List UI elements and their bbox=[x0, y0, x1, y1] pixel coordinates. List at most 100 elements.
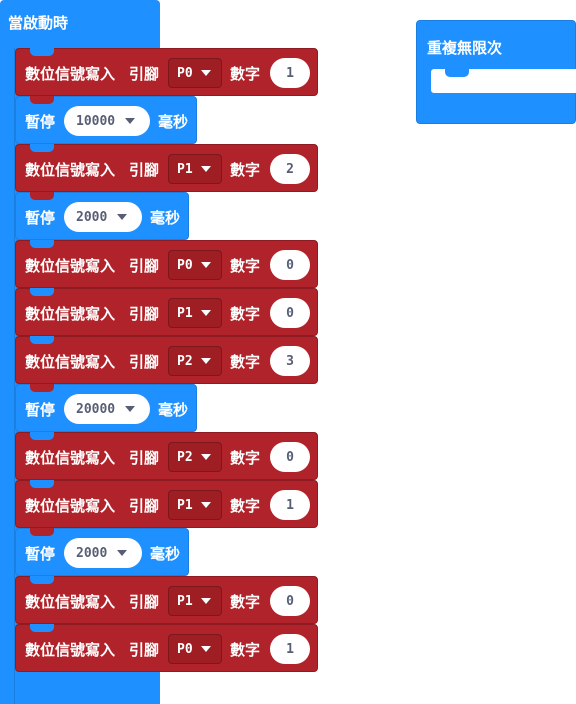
caret-down-icon bbox=[200, 598, 211, 604]
value-label: 數字 bbox=[230, 257, 261, 275]
pin-label: 引腳 bbox=[129, 257, 160, 275]
pin-dropdown[interactable]: P0 bbox=[168, 58, 222, 88]
caret-down-icon bbox=[117, 550, 128, 556]
block-notch bbox=[30, 144, 54, 152]
caret-down-icon bbox=[200, 70, 211, 76]
digital-write-block[interactable]: 數位信號寫入 引腳 P0 數字 1 bbox=[15, 48, 318, 96]
pin-dropdown[interactable]: P2 bbox=[168, 442, 222, 472]
caret-down-icon bbox=[200, 166, 211, 172]
on-start-label: 當啟動時 bbox=[8, 14, 69, 32]
value-input[interactable]: 0 bbox=[270, 442, 310, 472]
value-input[interactable]: 0 bbox=[270, 250, 310, 280]
duration-value: 10000 bbox=[76, 113, 116, 129]
pause-block[interactable]: 暫停 10000 毫秒 bbox=[15, 96, 197, 144]
value-input[interactable]: 1 bbox=[270, 490, 310, 520]
digital-write-label: 數位信號寫入 bbox=[25, 593, 116, 611]
pin-value: P1 bbox=[177, 497, 193, 513]
value-label: 數字 bbox=[230, 593, 261, 611]
block-notch bbox=[30, 480, 54, 488]
digital-write-block[interactable]: 數位信號寫入 引腳 P0 數字 0 bbox=[15, 240, 318, 288]
pin-dropdown[interactable]: P0 bbox=[168, 634, 222, 664]
value-label: 數字 bbox=[230, 497, 261, 515]
value-input[interactable]: 2 bbox=[270, 154, 310, 184]
pin-value: P2 bbox=[177, 353, 193, 369]
block-notch bbox=[30, 336, 54, 344]
pin-label: 引腳 bbox=[129, 641, 160, 659]
duration-value: 20000 bbox=[76, 401, 116, 417]
value-input[interactable]: 3 bbox=[270, 346, 310, 376]
digital-write-block[interactable]: 數位信號寫入 引腳 P1 數字 2 bbox=[15, 144, 318, 192]
pin-value: P1 bbox=[177, 305, 193, 321]
value-input[interactable]: 1 bbox=[270, 634, 310, 664]
digital-write-label: 數位信號寫入 bbox=[25, 257, 116, 275]
digital-write-label: 數位信號寫入 bbox=[25, 353, 116, 371]
duration-value: 2000 bbox=[76, 545, 108, 561]
forever-label: 重複無限次 bbox=[427, 39, 503, 57]
caret-down-icon bbox=[200, 646, 211, 652]
pin-value: P0 bbox=[177, 641, 193, 657]
pin-dropdown[interactable]: P2 bbox=[168, 346, 222, 376]
value-input[interactable]: 0 bbox=[270, 586, 310, 616]
duration-value: 2000 bbox=[76, 209, 108, 225]
ms-label: 毫秒 bbox=[150, 545, 181, 563]
caret-down-icon bbox=[200, 454, 211, 460]
digital-write-block[interactable]: 數位信號寫入 引腳 P0 數字 1 bbox=[15, 624, 318, 672]
caret-down-icon bbox=[200, 262, 211, 268]
caret-down-icon bbox=[200, 310, 211, 316]
pin-dropdown[interactable]: P1 bbox=[168, 298, 222, 328]
on-start-rail bbox=[0, 48, 15, 704]
block-notch bbox=[30, 96, 54, 104]
pin-value: P1 bbox=[177, 593, 193, 609]
digital-write-label: 數位信號寫入 bbox=[25, 305, 116, 323]
pin-dropdown[interactable]: P1 bbox=[168, 154, 222, 184]
block-notch bbox=[30, 48, 54, 56]
pin-dropdown[interactable]: P1 bbox=[168, 586, 222, 616]
pin-label: 引腳 bbox=[129, 161, 160, 179]
pause-block[interactable]: 暫停 2000 毫秒 bbox=[15, 192, 189, 240]
value-input[interactable]: 1 bbox=[270, 58, 310, 88]
caret-down-icon bbox=[125, 118, 136, 124]
value-input[interactable]: 0 bbox=[270, 298, 310, 328]
block-notch bbox=[30, 624, 54, 632]
digital-write-label: 數位信號寫入 bbox=[25, 641, 116, 659]
pin-label: 引腳 bbox=[129, 305, 160, 323]
block-notch bbox=[30, 432, 54, 440]
pause-block[interactable]: 暫停 2000 毫秒 bbox=[15, 528, 189, 576]
digital-write-block[interactable]: 數位信號寫入 引腳 P1 數字 0 bbox=[15, 288, 318, 336]
ms-label: 毫秒 bbox=[150, 209, 181, 227]
pin-label: 引腳 bbox=[129, 593, 160, 611]
pin-label: 引腳 bbox=[129, 449, 160, 467]
digital-write-block[interactable]: 數位信號寫入 引腳 P2 數字 3 bbox=[15, 336, 318, 384]
value-label: 數字 bbox=[230, 353, 261, 371]
digital-write-label: 數位信號寫入 bbox=[25, 449, 116, 467]
value-label: 數字 bbox=[230, 641, 261, 659]
block-notch bbox=[30, 192, 54, 200]
digital-write-label: 數位信號寫入 bbox=[25, 497, 116, 515]
value-label: 數字 bbox=[230, 305, 261, 323]
caret-down-icon bbox=[200, 502, 211, 508]
digital-write-label: 數位信號寫入 bbox=[25, 161, 116, 179]
forever-block[interactable]: 重複無限次 bbox=[416, 20, 576, 124]
duration-dropdown[interactable]: 10000 bbox=[64, 106, 150, 136]
pin-value: P1 bbox=[177, 161, 193, 177]
digital-write-block[interactable]: 數位信號寫入 引腳 P1 數字 1 bbox=[15, 480, 318, 528]
ms-label: 毫秒 bbox=[158, 401, 189, 419]
block-notch bbox=[30, 576, 54, 584]
pin-label: 引腳 bbox=[129, 65, 160, 83]
pause-block[interactable]: 暫停 20000 毫秒 bbox=[15, 384, 197, 432]
digital-write-label: 數位信號寫入 bbox=[25, 65, 116, 83]
digital-write-block[interactable]: 數位信號寫入 引腳 P1 數字 0 bbox=[15, 576, 318, 624]
block-notch bbox=[30, 528, 54, 536]
pin-dropdown[interactable]: P1 bbox=[168, 490, 222, 520]
pause-label: 暫停 bbox=[25, 209, 56, 227]
pin-value: P0 bbox=[177, 257, 193, 273]
duration-dropdown[interactable]: 20000 bbox=[64, 394, 150, 424]
pin-dropdown[interactable]: P0 bbox=[168, 250, 222, 280]
block-notch bbox=[30, 240, 54, 248]
value-label: 數字 bbox=[230, 161, 261, 179]
pin-label: 引腳 bbox=[129, 497, 160, 515]
duration-dropdown[interactable]: 2000 bbox=[64, 538, 142, 568]
pin-value: P0 bbox=[177, 65, 193, 81]
duration-dropdown[interactable]: 2000 bbox=[64, 202, 142, 232]
digital-write-block[interactable]: 數位信號寫入 引腳 P2 數字 0 bbox=[15, 432, 318, 480]
